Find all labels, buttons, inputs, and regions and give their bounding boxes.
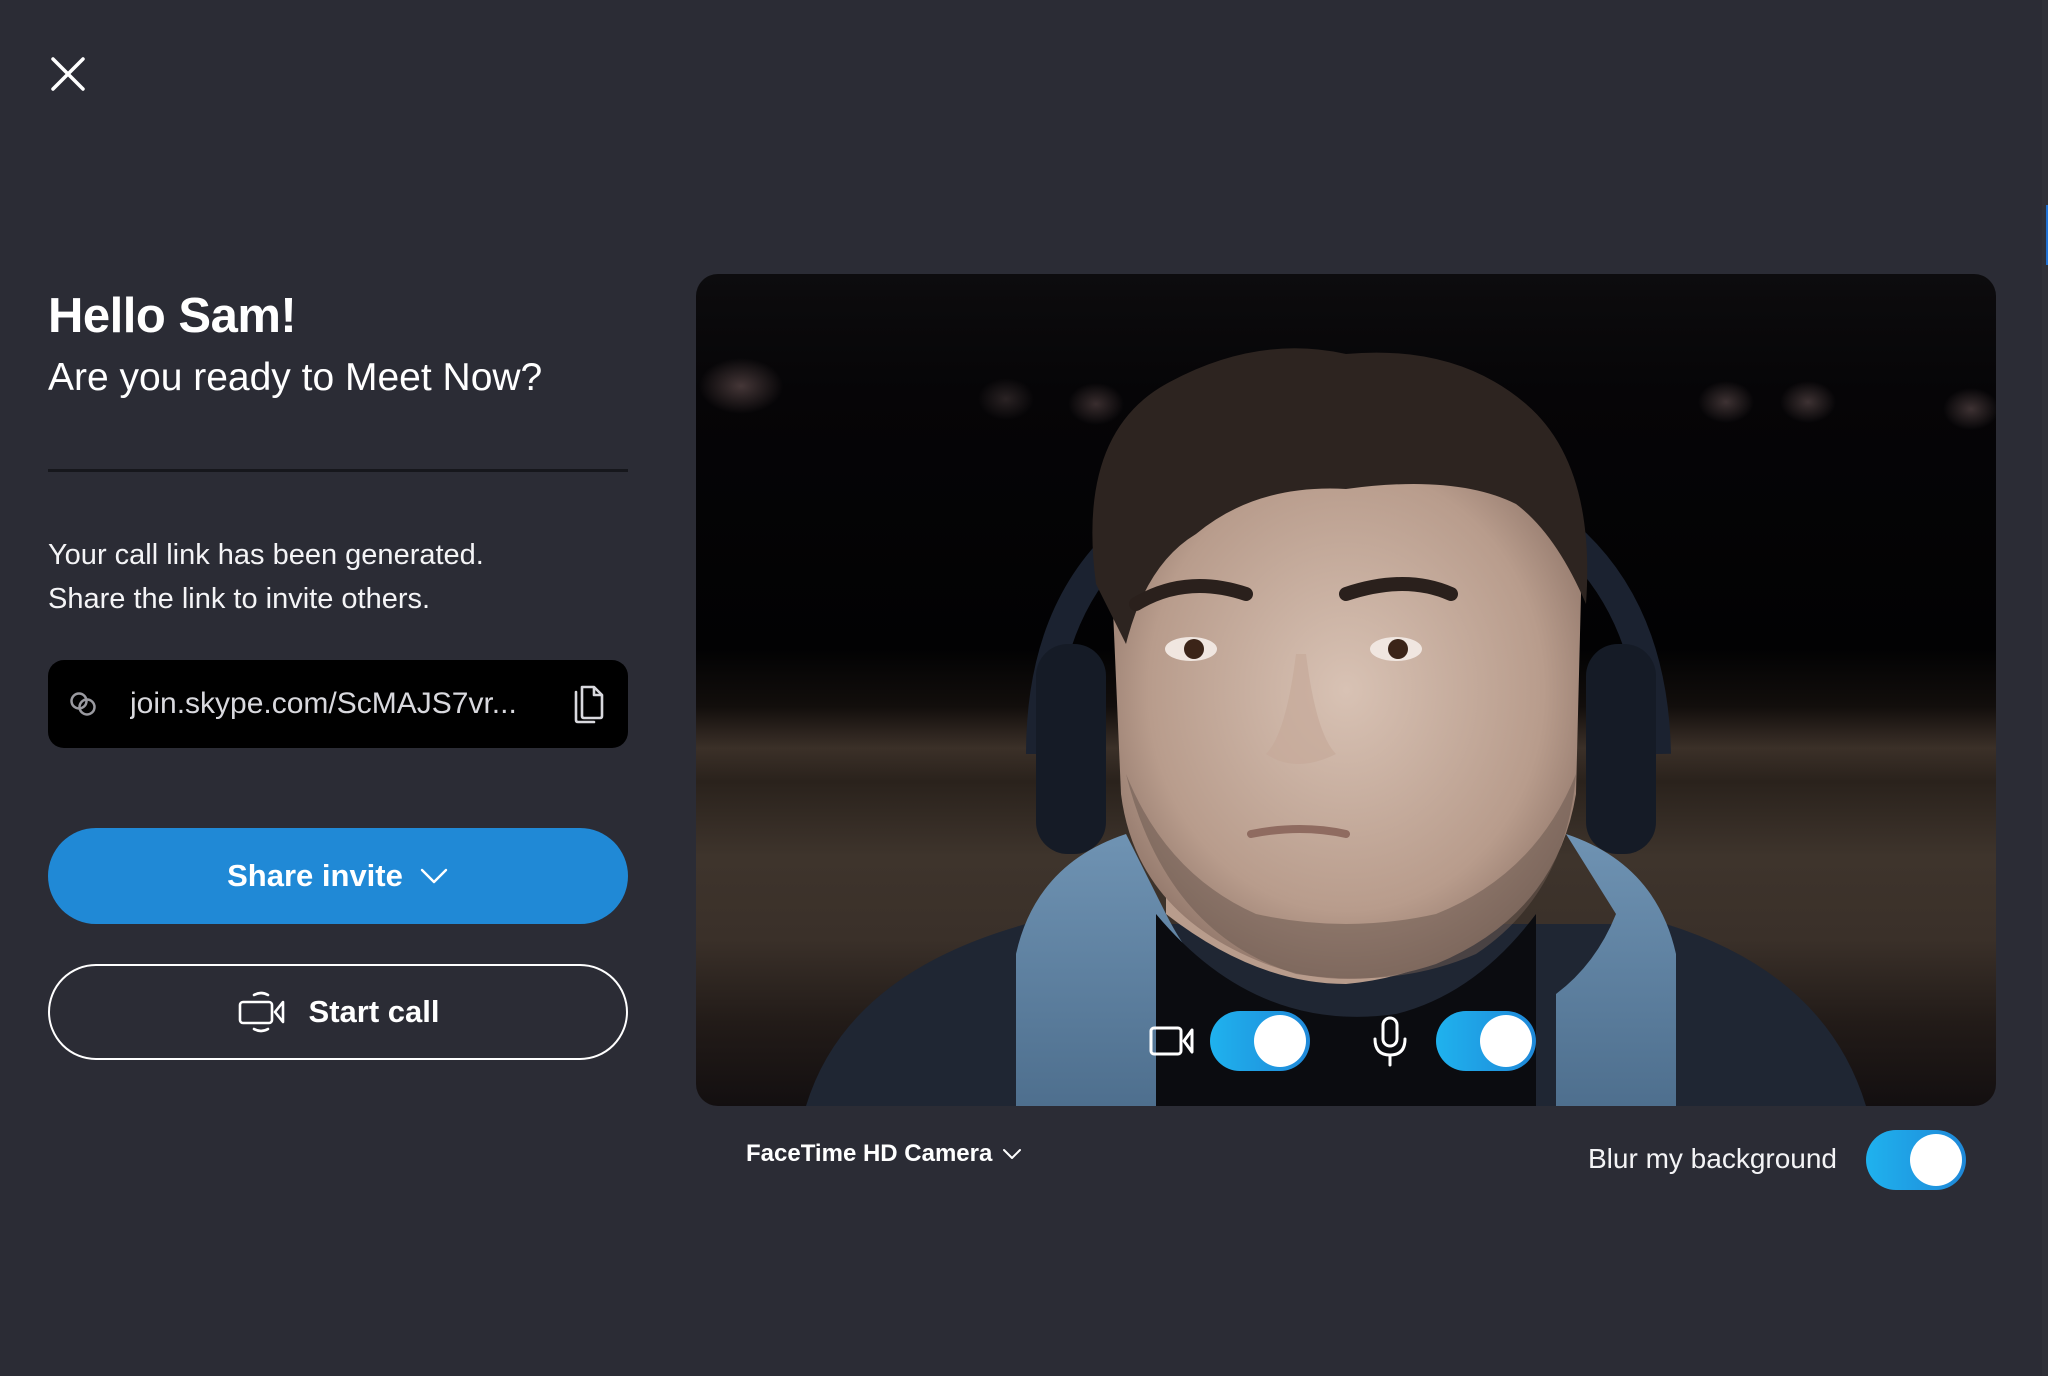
welcome-panel: Hello Sam! Are you ready to Meet Now? [48, 289, 628, 401]
blur-background-label: Blur my background [1588, 1143, 1838, 1174]
camera-preview [696, 274, 1996, 1106]
call-link-url[interactable]: join.skype.com/ScMAJS7vr... [130, 687, 568, 721]
greeting-subtitle: Are you ready to Meet Now? [48, 355, 543, 399]
user-video-feed [806, 348, 1866, 1106]
divider [48, 469, 628, 472]
camera-device-dropdown[interactable]: FaceTime HD Camera [746, 1140, 1022, 1168]
start-video-call-icon [238, 991, 284, 1033]
info-line-1: Your call link has been generated. [48, 539, 484, 571]
copy-icon[interactable] [568, 682, 608, 726]
toggle-knob [1254, 1015, 1306, 1067]
video-toggle[interactable] [1210, 1011, 1310, 1071]
chevron-down-icon [1003, 1149, 1022, 1159]
close-icon [51, 57, 85, 91]
microphone-icon [1373, 1016, 1407, 1067]
start-call-button[interactable]: Start call [48, 964, 628, 1060]
video-camera-icon [1149, 1026, 1194, 1056]
greeting-title: Hello Sam! [48, 289, 297, 343]
toggle-knob [1910, 1134, 1962, 1186]
chevron-down-icon [420, 868, 448, 884]
start-call-label: Start call [308, 994, 440, 1029]
camera-device-label: FaceTime HD Camera [746, 1140, 993, 1167]
close-button[interactable] [46, 52, 90, 96]
toggle-knob [1480, 1015, 1532, 1067]
microphone-toggle[interactable] [1436, 1011, 1536, 1071]
share-invite-button[interactable]: Share invite [48, 828, 628, 924]
call-link-info: Your call link has been generated. Share… [48, 533, 628, 621]
link-icon [70, 692, 96, 716]
window-edge [2042, 0, 2048, 1376]
share-invite-label: Share invite [227, 858, 403, 893]
info-line-2: Share the link to invite others. [48, 583, 431, 615]
preview-controls [1148, 1010, 1536, 1072]
call-link-field[interactable]: join.skype.com/ScMAJS7vr... [48, 660, 628, 748]
blur-background-toggle[interactable] [1866, 1130, 1966, 1190]
